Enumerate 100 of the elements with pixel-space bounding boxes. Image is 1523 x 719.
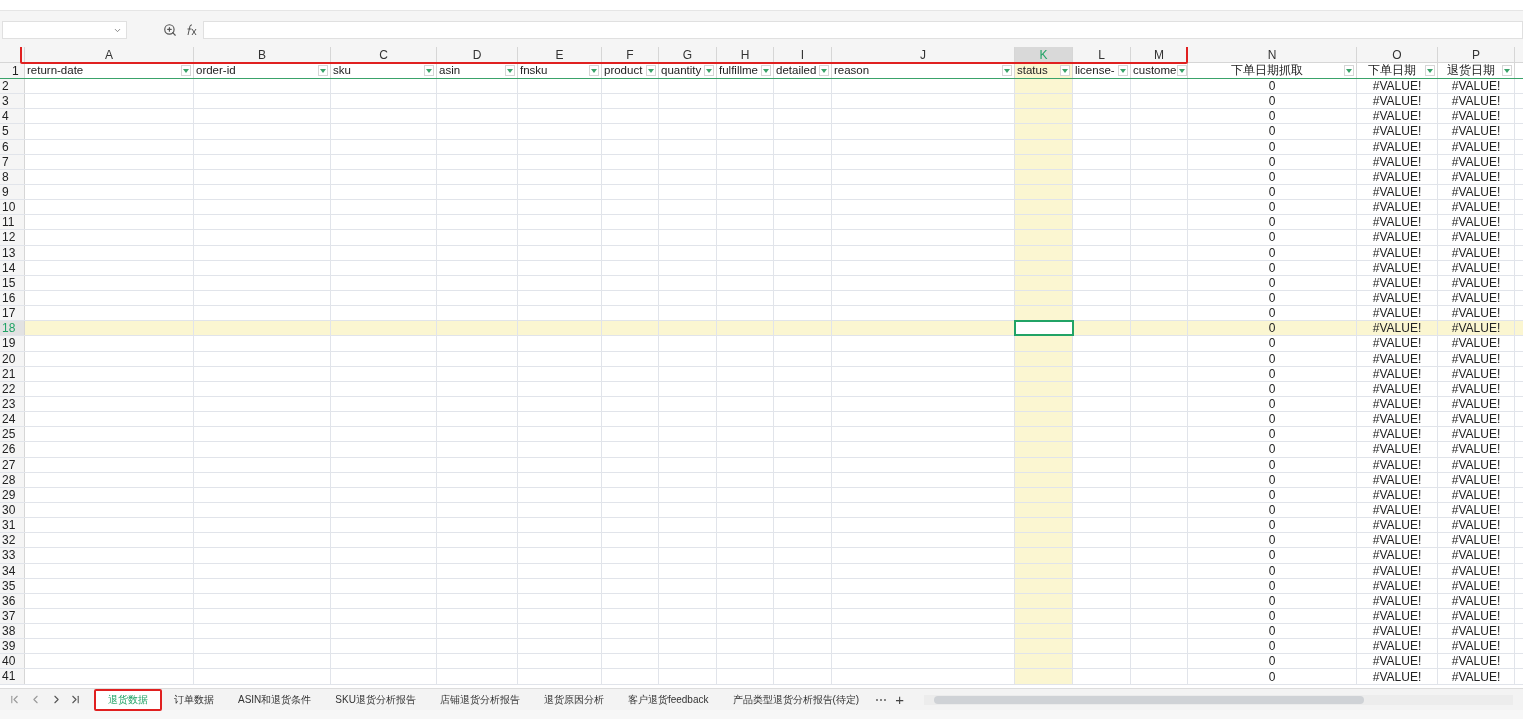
caret-icon bbox=[1004, 68, 1010, 73]
header-cell: detailed bbox=[776, 63, 817, 78]
row-number[interactable]: 32 bbox=[0, 533, 25, 548]
table-cell: #VALUE! bbox=[1372, 563, 1422, 578]
table-cell: #VALUE! bbox=[1451, 94, 1501, 109]
filter-button[interactable] bbox=[646, 65, 656, 76]
filter-button[interactable] bbox=[1344, 65, 1354, 76]
row-number[interactable]: 19 bbox=[0, 336, 25, 351]
caret-icon bbox=[426, 68, 432, 73]
table-cell: #VALUE! bbox=[1372, 169, 1422, 184]
sheet-tab[interactable]: 退货原因分析 bbox=[531, 688, 616, 711]
table-cell: #VALUE! bbox=[1451, 457, 1501, 472]
row-number[interactable]: 17 bbox=[0, 306, 25, 321]
filter-button[interactable] bbox=[505, 65, 515, 76]
row-number[interactable]: 33 bbox=[0, 548, 25, 563]
column-header[interactable]: E bbox=[518, 47, 602, 62]
column-header[interactable]: N bbox=[1188, 47, 1357, 62]
table-cell: #VALUE! bbox=[1451, 578, 1501, 593]
column-header[interactable]: D bbox=[437, 47, 518, 62]
row-number[interactable]: 5 bbox=[0, 124, 25, 139]
column-header[interactable]: G bbox=[659, 47, 717, 62]
column-header[interactable]: B bbox=[194, 47, 331, 62]
column-header[interactable]: A bbox=[25, 47, 194, 62]
table-cell: #VALUE! bbox=[1372, 397, 1422, 411]
table-cell: #VALUE! bbox=[1451, 109, 1501, 124]
table-cell: #VALUE! bbox=[1372, 487, 1422, 502]
row-number[interactable]: 4 bbox=[0, 109, 25, 124]
column-header[interactable]: I bbox=[774, 47, 832, 62]
table-cell: #VALUE! bbox=[1451, 185, 1501, 200]
filter-button[interactable] bbox=[1118, 65, 1128, 76]
column-header[interactable]: P bbox=[1438, 47, 1515, 62]
row-number[interactable]: 10 bbox=[0, 200, 25, 215]
table-cell: #VALUE! bbox=[1451, 412, 1501, 427]
filter-button[interactable] bbox=[761, 65, 771, 76]
table-cell: #VALUE! bbox=[1451, 124, 1501, 139]
table-cell: 0 bbox=[1268, 215, 1276, 230]
filter-button[interactable] bbox=[424, 65, 434, 76]
active-cell[interactable] bbox=[1015, 321, 1073, 336]
table-cell: #VALUE! bbox=[1372, 260, 1422, 275]
table-cell: 0 bbox=[1268, 624, 1276, 639]
table-cell: 0 bbox=[1268, 200, 1276, 215]
table-cell: #VALUE! bbox=[1372, 321, 1422, 336]
add-sheet-button[interactable]: + bbox=[895, 692, 904, 707]
table-cell: #VALUE! bbox=[1451, 427, 1501, 442]
row-number[interactable]: 39 bbox=[0, 639, 25, 654]
column-header[interactable]: L bbox=[1073, 47, 1131, 62]
row-number[interactable]: 41 bbox=[0, 669, 25, 684]
row-number[interactable]: 38 bbox=[0, 624, 25, 639]
table-cell: #VALUE! bbox=[1451, 230, 1501, 245]
zoom-icon[interactable] bbox=[163, 23, 177, 37]
sheet-tab[interactable]: ASIN和退货条件 bbox=[226, 688, 324, 711]
filter-button[interactable] bbox=[589, 65, 599, 76]
row-number[interactable]: 12 bbox=[0, 230, 25, 245]
sheet-tab[interactable]: 订单数据 bbox=[162, 688, 226, 711]
column-header[interactable]: C bbox=[331, 47, 437, 62]
row-number[interactable]: 3 bbox=[0, 94, 25, 109]
column-header[interactable]: H bbox=[717, 47, 774, 62]
header-cell-text: 退货日期 bbox=[1445, 63, 1496, 78]
table-cell: #VALUE! bbox=[1372, 124, 1422, 139]
table-cell: #VALUE! bbox=[1372, 518, 1422, 533]
table-cell: #VALUE! bbox=[1372, 139, 1422, 154]
last-sheet-icon[interactable] bbox=[69, 693, 82, 706]
filter-button[interactable] bbox=[1177, 65, 1188, 76]
sheet-tab[interactable]: 产品类型退货分析报告(待定) bbox=[720, 688, 872, 711]
scrollbar-thumb[interactable] bbox=[933, 695, 1364, 704]
column-header[interactable]: M bbox=[1131, 47, 1188, 62]
horizontal-scrollbar[interactable] bbox=[923, 694, 1513, 705]
column-header[interactable]: O bbox=[1357, 47, 1438, 62]
table-cell: #VALUE! bbox=[1451, 321, 1501, 336]
column-header[interactable]: F bbox=[602, 47, 659, 62]
table-cell: 0 bbox=[1268, 639, 1276, 654]
table-cell: 0 bbox=[1268, 79, 1276, 94]
filter-button[interactable] bbox=[318, 65, 328, 76]
table-cell: #VALUE! bbox=[1451, 366, 1501, 381]
filter-button[interactable] bbox=[704, 65, 714, 76]
row-number[interactable]: 40 bbox=[0, 654, 25, 669]
table-cell: #VALUE! bbox=[1372, 366, 1422, 381]
row-number[interactable]: 26 bbox=[0, 442, 25, 457]
table-cell: #VALUE! bbox=[1372, 381, 1422, 396]
filter-button[interactable] bbox=[819, 65, 829, 76]
header-cell-text: 下单日期抓取 bbox=[1229, 63, 1304, 78]
more-tabs-button[interactable]: ⋯ bbox=[875, 690, 888, 709]
sheet-tab[interactable]: 客户退货feedback bbox=[615, 688, 721, 711]
filter-button[interactable] bbox=[1002, 65, 1012, 76]
row-number[interactable]: 11 bbox=[0, 215, 25, 230]
table-cell: 0 bbox=[1268, 533, 1276, 548]
filter-button[interactable] bbox=[181, 65, 191, 76]
row-number[interactable]: 1 bbox=[0, 63, 25, 78]
formula-input[interactable] bbox=[203, 21, 1523, 39]
row-number[interactable]: 24 bbox=[0, 412, 25, 427]
filter-button[interactable] bbox=[1425, 65, 1435, 76]
sheet-tab[interactable]: SKU退货分析报告 bbox=[323, 688, 428, 711]
first-sheet-icon[interactable] bbox=[8, 693, 21, 706]
row-number[interactable]: 2 bbox=[0, 79, 25, 94]
row-number[interactable]: 25 bbox=[0, 427, 25, 442]
filter-button[interactable] bbox=[1502, 65, 1512, 76]
table-cell: 0 bbox=[1268, 548, 1276, 563]
sheet-tab[interactable]: 店铺退货分析报告 bbox=[427, 688, 532, 711]
filter-button[interactable] bbox=[1060, 65, 1070, 76]
row-number[interactable]: 31 bbox=[0, 518, 25, 533]
